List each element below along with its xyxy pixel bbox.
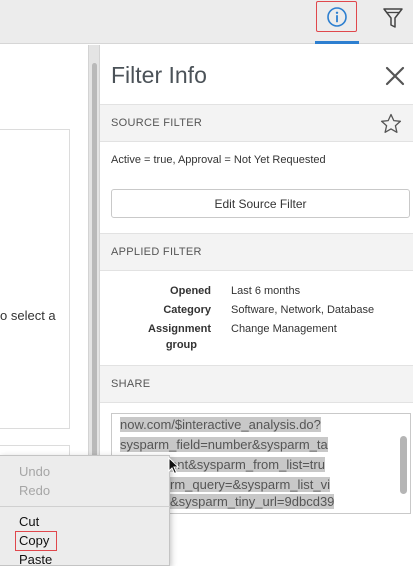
source-filter-header: SOURCE FILTER xyxy=(100,104,413,142)
share-header: SHARE xyxy=(100,365,413,403)
star-outline-icon[interactable] xyxy=(379,112,403,136)
context-menu: Undo Redo Cut Copy Paste xyxy=(0,455,170,566)
share-url-line: &sysparm_tiny_url=9dbcd39 xyxy=(170,494,335,509)
truncated-text: o select a xyxy=(0,308,56,323)
filter-value: Software, Network, Database xyxy=(231,304,375,316)
source-filter-label: SOURCE FILTER xyxy=(111,117,203,129)
share-url-line: now.com/$interactive_analysis.do? xyxy=(120,417,321,432)
source-filter-text: Active = true, Approval = Not Yet Reques… xyxy=(111,154,326,166)
info-button[interactable] xyxy=(316,1,357,32)
close-x-icon[interactable] xyxy=(384,65,406,87)
share-url-line: ent&sysparm_from_list=tru xyxy=(170,457,325,472)
filter-value: Last 6 months xyxy=(231,285,301,297)
share-label: SHARE xyxy=(111,378,151,390)
textarea-scrollbar[interactable] xyxy=(400,436,407,494)
content-card xyxy=(0,129,70,429)
share-url-line: rm_query=&sysparm_list_vi xyxy=(170,477,331,492)
filter-button[interactable] xyxy=(378,3,408,33)
top-toolbar xyxy=(0,0,413,44)
filter-key: Opened xyxy=(170,285,211,297)
applied-filter-header: APPLIED FILTER xyxy=(100,233,413,271)
edit-source-filter-button[interactable]: Edit Source Filter xyxy=(111,189,410,218)
filter-value: Change Management xyxy=(231,323,337,335)
menu-item-copy[interactable]: Copy xyxy=(19,533,49,548)
menu-item-cut[interactable]: Cut xyxy=(19,514,39,529)
active-tab-indicator xyxy=(315,41,359,44)
share-url-line: sysparm_field=number&sysparm_ta xyxy=(120,437,328,452)
menu-item-paste[interactable]: Paste xyxy=(19,552,52,566)
menu-item-undo[interactable]: Undo xyxy=(19,464,50,479)
filter-key: Category xyxy=(163,304,211,316)
panel-title: Filter Info xyxy=(111,62,207,88)
mouse-cursor-icon xyxy=(168,457,180,475)
filter-key-line: Assignment xyxy=(148,323,211,335)
filter-key-line: group xyxy=(165,339,197,351)
applied-filter-label: APPLIED FILTER xyxy=(111,246,202,258)
menu-item-redo[interactable]: Redo xyxy=(19,483,50,498)
filter-key: Assignment group xyxy=(100,322,211,353)
funnel-filter-icon xyxy=(383,8,403,28)
menu-separator xyxy=(0,506,170,507)
info-circle-icon xyxy=(326,6,347,27)
